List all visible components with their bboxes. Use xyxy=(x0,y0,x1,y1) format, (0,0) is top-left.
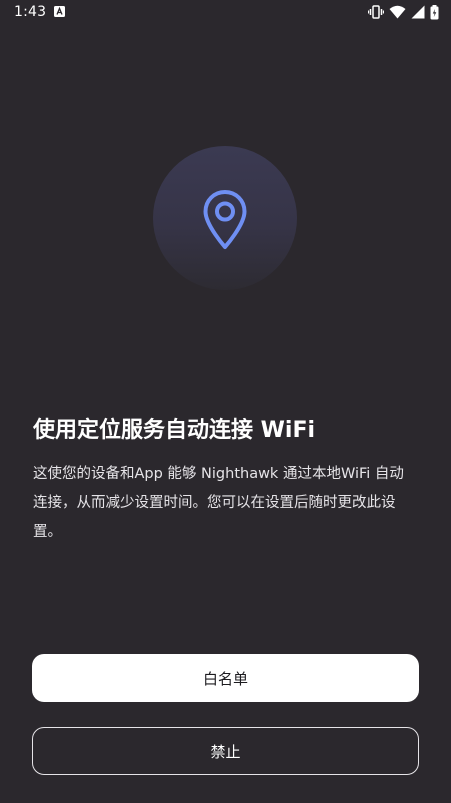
location-pin-icon xyxy=(203,190,247,249)
page-description: 这使您的设备和App 能够 Nighthawk 通过本地WiFi 自动连接，从而… xyxy=(33,466,404,540)
location-icon-badge xyxy=(153,146,297,290)
battery-icon xyxy=(430,4,439,19)
signal-icon xyxy=(411,5,425,19)
deny-button[interactable]: 禁止 xyxy=(32,727,419,775)
wifi-icon xyxy=(389,5,406,19)
vibrate-icon xyxy=(368,5,384,19)
allowlist-button[interactable]: 白名单 xyxy=(32,654,419,702)
accessibility-a-icon xyxy=(54,6,65,17)
status-icons xyxy=(368,4,439,20)
status-time: 1:43 xyxy=(14,4,47,20)
page-title: 使用定位服务自动连接 WiFi xyxy=(33,418,316,443)
status-bar: 1:43 xyxy=(0,0,451,26)
